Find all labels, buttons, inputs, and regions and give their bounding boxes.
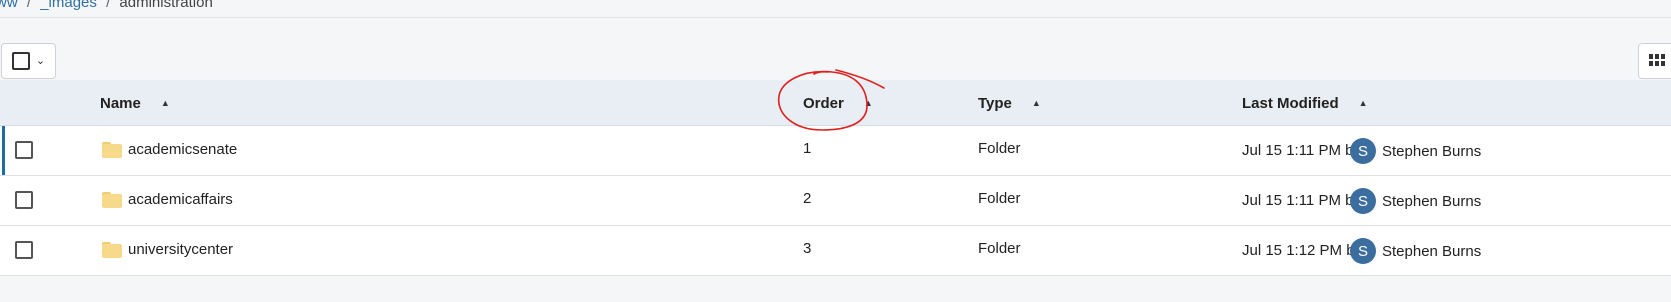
- breadcrumb-separator: /: [26, 0, 32, 11]
- checkbox-icon[interactable]: [11, 52, 30, 70]
- table-row[interactable]: academicaffairs 2 Folder Jul 15 1:11 PM …: [0, 176, 1671, 226]
- column-label: Last Modified: [1242, 94, 1339, 112]
- breadcrumb-link-images[interactable]: _images: [40, 0, 97, 11]
- column-header-order[interactable]: Order ▲: [803, 80, 873, 126]
- row-order: 3: [803, 240, 812, 257]
- row-checkbox[interactable]: [15, 141, 33, 159]
- grid-view-icon: [1649, 54, 1665, 68]
- avatar: S: [1350, 138, 1376, 164]
- sort-asc-icon[interactable]: ▲: [1032, 98, 1041, 108]
- table-header: Name ▲ Order ▲ Type ▲ Last Modified ▲: [0, 80, 1671, 126]
- divider: [0, 17, 1671, 18]
- row-order: 1: [803, 140, 812, 157]
- breadcrumb-separator: /: [106, 0, 111, 11]
- avatar: S: [1350, 238, 1376, 264]
- folder-icon: [102, 242, 122, 258]
- row-modified: Jul 15 1:12 PM by: [1242, 242, 1363, 259]
- sort-asc-icon[interactable]: ▲: [1359, 98, 1368, 108]
- column-header-name[interactable]: Name ▲: [100, 80, 170, 126]
- row-checkbox[interactable]: [15, 191, 33, 209]
- row-order: 2: [803, 190, 812, 207]
- avatar: S: [1350, 188, 1376, 214]
- column-label: Name: [100, 94, 141, 112]
- row-user: Stephen Burns: [1382, 243, 1482, 260]
- folder-icon: [102, 192, 122, 208]
- column-label: Type: [978, 94, 1012, 112]
- breadcrumb-link-ww[interactable]: ww: [0, 0, 18, 11]
- breadcrumb-current: administration: [119, 0, 213, 11]
- row-type: Folder: [978, 240, 1021, 257]
- row-modified: Jul 15 1:11 PM by: [1242, 142, 1361, 159]
- column-header-type[interactable]: Type ▲: [978, 80, 1041, 126]
- row-type: Folder: [978, 190, 1021, 207]
- row-name-link[interactable]: academicsenate: [128, 141, 237, 158]
- sort-asc-icon[interactable]: ▲: [864, 98, 873, 108]
- row-name-link[interactable]: universitycenter: [128, 241, 233, 258]
- select-all-dropdown[interactable]: ⌄: [1, 43, 56, 79]
- sort-asc-icon[interactable]: ▲: [161, 98, 170, 108]
- row-user: Stephen Burns: [1382, 143, 1482, 160]
- column-header-last-modified[interactable]: Last Modified ▲: [1242, 80, 1368, 126]
- table-row[interactable]: academicsenate 1 Folder Jul 15 1:11 PM b…: [0, 126, 1671, 176]
- row-type: Folder: [978, 140, 1021, 157]
- folder-icon: [102, 142, 122, 158]
- table-row[interactable]: universitycenter 3 Folder Jul 15 1:12 PM…: [0, 226, 1671, 276]
- breadcrumb: ww / _images / administration: [0, 0, 213, 11]
- row-checkbox[interactable]: [15, 241, 33, 259]
- row-name-link[interactable]: academicaffairs: [128, 191, 233, 208]
- chevron-down-icon[interactable]: ⌄: [36, 55, 45, 67]
- row-user: Stephen Burns: [1382, 193, 1482, 210]
- row-modified: Jul 15 1:11 PM by: [1242, 192, 1361, 209]
- file-table: Name ▲ Order ▲ Type ▲ Last Modified ▲ ac…: [0, 80, 1671, 276]
- grid-view-button[interactable]: [1638, 43, 1671, 79]
- column-label: Order: [803, 94, 844, 112]
